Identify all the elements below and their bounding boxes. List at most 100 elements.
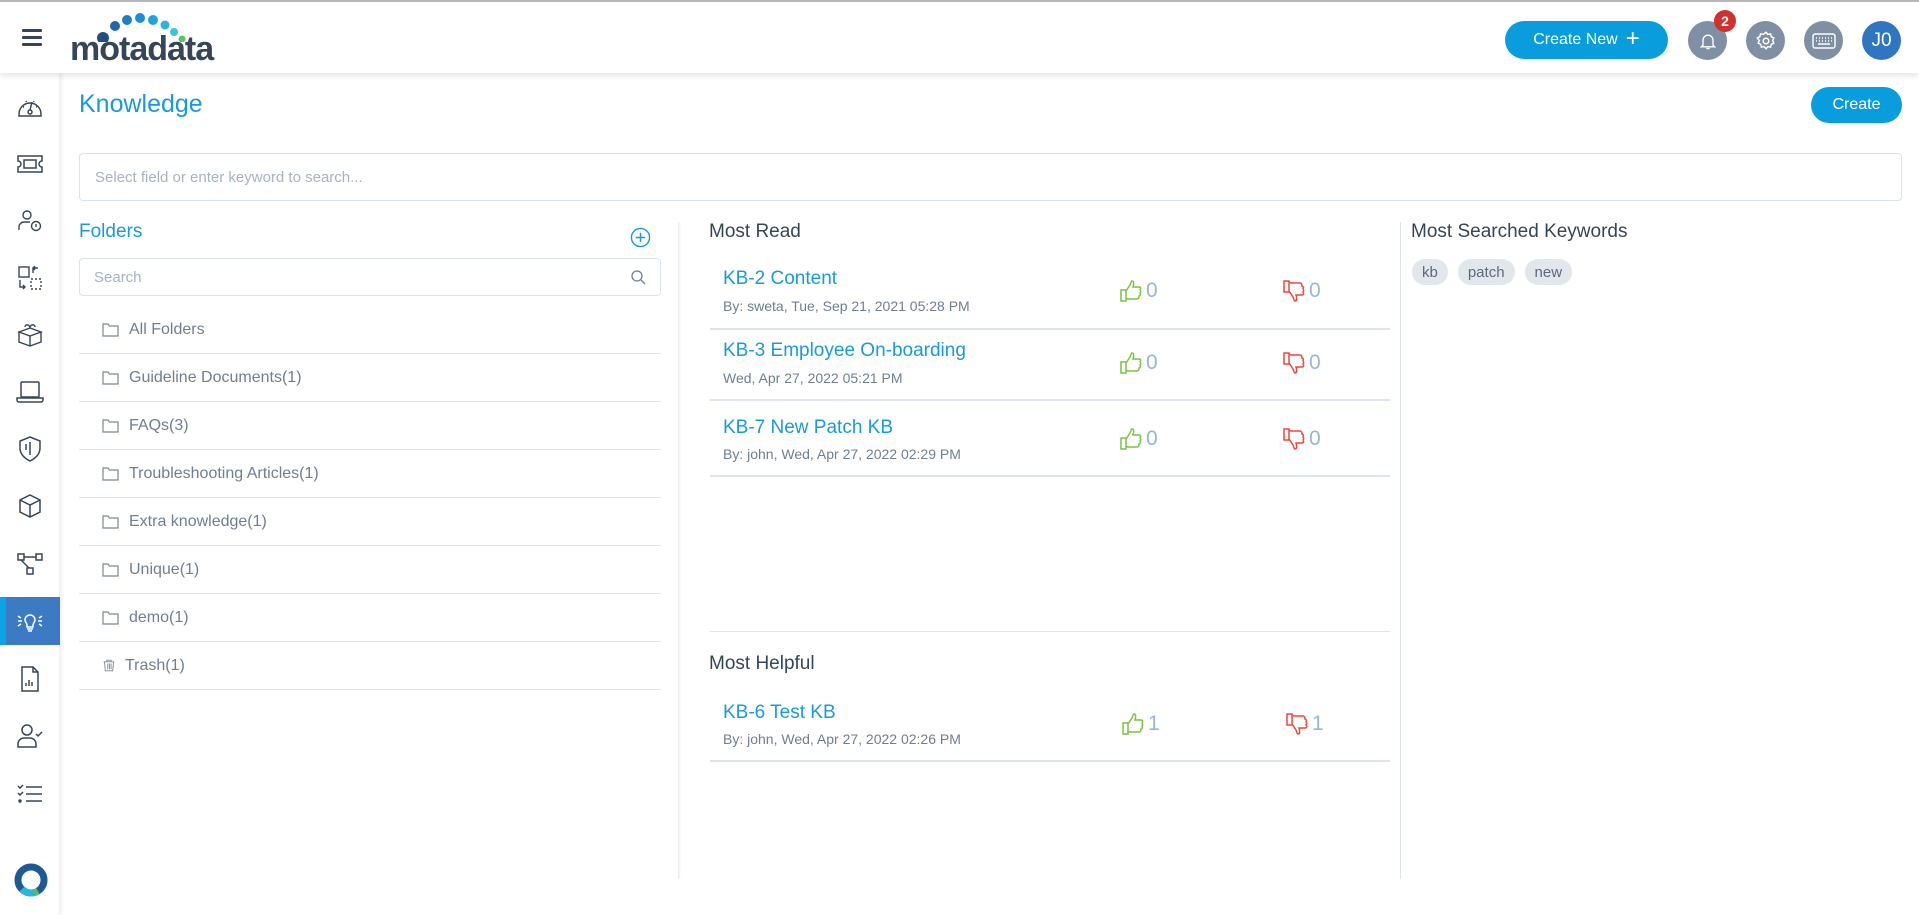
notification-badge: 2	[1714, 10, 1736, 32]
sidebar-item-tickets[interactable]	[0, 140, 60, 188]
thumbs-down-icon	[1283, 352, 1305, 374]
folder-item-faqs[interactable]: FAQs(3)	[79, 402, 661, 450]
left-sidebar	[0, 73, 60, 915]
keyword-chip[interactable]: patch	[1457, 259, 1515, 285]
sidebar-item-knowledge[interactable]	[0, 597, 60, 645]
folder-icon	[102, 419, 119, 433]
column-divider-right	[1400, 222, 1401, 879]
settings-button[interactable]	[1746, 21, 1785, 60]
folder-icon	[102, 323, 119, 337]
top-header: motadata Create New + 2 J0	[0, 2, 1919, 73]
sidebar-item-dashboard[interactable]	[0, 83, 60, 131]
user-alert-icon	[18, 210, 42, 232]
plus-icon: +	[1625, 25, 1640, 52]
dislike-button[interactable]: 0	[1283, 427, 1321, 451]
add-folder-icon[interactable]	[630, 227, 651, 248]
sidebar-item-releases[interactable]	[0, 311, 60, 359]
thumbs-down-icon	[1286, 713, 1308, 735]
user-avatar[interactable]: J0	[1862, 21, 1901, 60]
like-button[interactable]: 0	[1120, 427, 1158, 451]
folder-search-input[interactable]	[80, 259, 660, 295]
dislike-button[interactable]: 0	[1283, 351, 1321, 375]
create-button[interactable]: Create	[1811, 87, 1902, 123]
sidebar-item-workflow[interactable]	[0, 539, 60, 587]
motadata-logo[interactable]: motadata	[70, 12, 230, 68]
change-swap-icon	[18, 265, 42, 290]
sidebar-item-problems[interactable]	[0, 197, 60, 245]
most-helpful-title: Most Helpful	[709, 653, 815, 674]
sidebar-item-changes[interactable]	[0, 254, 60, 302]
like-button[interactable]: 0	[1120, 351, 1158, 375]
dislike-button[interactable]: 0	[1283, 279, 1321, 303]
thumbs-up-icon	[1120, 352, 1142, 374]
laptop-icon	[16, 381, 44, 403]
thumbs-down-icon	[1283, 428, 1305, 450]
column-divider	[678, 222, 681, 879]
folder-item-troubleshooting-articles[interactable]: Troubleshooting Articles(1)	[79, 450, 661, 498]
kb-article-meta: By: sweta, Tue, Sep 21, 2021 05:28 PM	[723, 298, 970, 314]
like-button[interactable]: 0	[1120, 279, 1158, 303]
keyboard-shortcuts-button[interactable]	[1804, 21, 1843, 60]
report-chart-icon	[21, 666, 39, 692]
folder-item-demo[interactable]: demo(1)	[79, 594, 661, 642]
most-read-item: KB-7 New Patch KB By: john, Wed, Apr 27,…	[710, 401, 1390, 477]
kb-article-meta: Wed, Apr 27, 2022 05:21 PM	[723, 370, 903, 386]
folder-item-trash[interactable]: Trash(1)	[79, 642, 661, 690]
kb-article-link[interactable]: KB-6 Test KB	[723, 702, 836, 724]
dislike-button[interactable]: 1	[1286, 712, 1324, 736]
gear-icon	[1755, 30, 1775, 50]
kb-article-meta: By: john, Wed, Apr 27, 2022 02:29 PM	[723, 446, 961, 462]
sidebar-item-cmdb[interactable]	[0, 482, 60, 530]
speedometer-icon	[18, 100, 42, 117]
kb-article-link[interactable]: KB-7 New Patch KB	[723, 417, 893, 439]
keyword-chip[interactable]: new	[1524, 259, 1573, 285]
folder-item-extra-knowledge[interactable]: Extra knowledge(1)	[79, 498, 661, 546]
folder-icon	[102, 611, 119, 625]
knowledge-search-input[interactable]	[79, 153, 1902, 201]
ring-logo-icon	[14, 863, 48, 897]
page-title: Knowledge	[79, 90, 203, 118]
folder-item-all-folders[interactable]: All Folders	[79, 306, 661, 354]
folder-icon	[102, 467, 119, 481]
kb-article-link[interactable]: KB-3 Employee On-boarding	[723, 340, 966, 362]
folder-search-box	[79, 258, 661, 296]
keyboard-icon	[1811, 32, 1836, 49]
shield-icon	[19, 436, 41, 462]
search-icon[interactable]	[630, 269, 646, 285]
sidebar-item-approvals[interactable]	[0, 712, 60, 760]
bell-icon	[1699, 34, 1716, 49]
checklist-icon	[17, 784, 42, 803]
folder-icon	[102, 563, 119, 577]
package-box-icon	[16, 324, 44, 347]
thumbs-up-icon	[1122, 713, 1144, 735]
keyword-list: kb patch new	[1412, 259, 1573, 285]
most-read-item: KB-3 Employee On-boarding Wed, Apr 27, 2…	[710, 330, 1390, 401]
most-searched-keywords-title: Most Searched Keywords	[1411, 221, 1628, 242]
thumbs-up-icon	[1120, 280, 1142, 302]
most-read-title: Most Read	[709, 221, 801, 242]
folder-icon	[102, 515, 119, 529]
keyword-chip[interactable]: kb	[1412, 259, 1448, 285]
kb-article-meta: By: john, Wed, Apr 27, 2022 02:26 PM	[723, 731, 961, 747]
thumbs-down-icon	[1283, 280, 1305, 302]
folder-icon	[102, 371, 119, 385]
product-ring-icon[interactable]	[14, 863, 48, 897]
sidebar-item-assets[interactable]	[0, 368, 60, 416]
user-check-icon	[17, 724, 43, 748]
folder-item-guideline-documents[interactable]: Guideline Documents(1)	[79, 354, 661, 402]
kb-article-link[interactable]: KB-2 Content	[723, 268, 837, 290]
notifications-button[interactable]: 2	[1688, 10, 1736, 60]
thumbs-up-icon	[1120, 428, 1142, 450]
sidebar-item-reports[interactable]	[0, 655, 60, 703]
flow-nodes-icon	[17, 553, 43, 575]
hamburger-menu-icon[interactable]	[22, 29, 42, 46]
like-button[interactable]: 1	[1122, 712, 1160, 736]
sidebar-item-tasks[interactable]	[0, 769, 60, 817]
most-helpful-item: KB-6 Test KB By: john, Wed, Apr 27, 2022…	[710, 690, 1390, 762]
most-read-item: KB-2 Content By: sweta, Tue, Sep 21, 202…	[710, 258, 1390, 330]
create-new-button[interactable]: Create New +	[1505, 21, 1668, 59]
folder-item-unique[interactable]: Unique(1)	[79, 546, 661, 594]
sidebar-item-security[interactable]	[0, 425, 60, 473]
trash-icon	[103, 659, 115, 672]
cube-icon	[19, 494, 41, 518]
